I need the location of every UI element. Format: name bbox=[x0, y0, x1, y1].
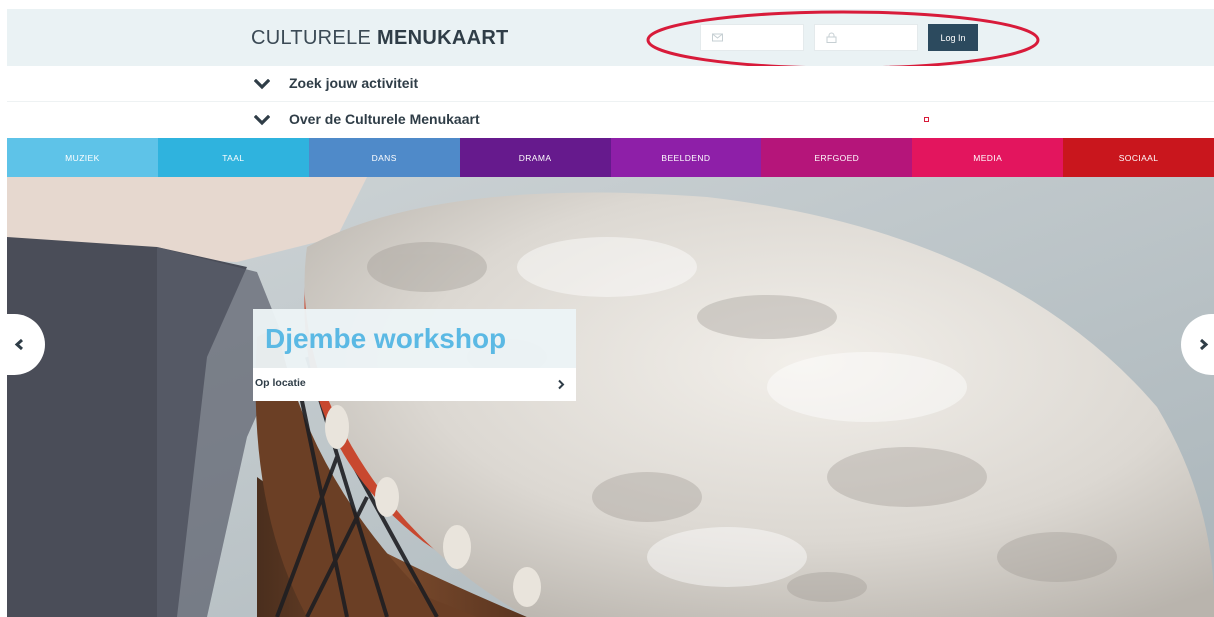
category-sociaal[interactable]: SOCIAAL bbox=[1063, 138, 1214, 177]
login-button[interactable]: Log In bbox=[928, 24, 978, 51]
lock-icon bbox=[826, 32, 837, 43]
hero-title-box: Djembe workshop bbox=[253, 309, 576, 368]
category-dans[interactable]: DANS bbox=[308, 138, 460, 177]
hero-title: Djembe workshop bbox=[265, 323, 507, 354]
accordion-zoek[interactable]: Zoek jouw activiteit bbox=[7, 66, 1214, 102]
annotation-marker bbox=[924, 117, 929, 122]
category-beeldend[interactable]: BEELDEND bbox=[610, 138, 762, 177]
hero-image bbox=[7, 177, 1214, 617]
hero-link-label: Op locatie bbox=[255, 377, 306, 389]
hero-link[interactable]: Op locatie bbox=[253, 368, 576, 401]
hero-caption: Djembe workshop Op locatie bbox=[253, 309, 576, 401]
category-taal[interactable]: TAAL bbox=[157, 138, 309, 177]
category-drama[interactable]: DRAMA bbox=[459, 138, 611, 177]
accordion-over[interactable]: Over de Culturele Menukaart bbox=[7, 102, 1214, 138]
chevron-down-icon bbox=[254, 79, 270, 90]
category-media[interactable]: MEDIA bbox=[912, 138, 1064, 177]
category-erfgoed[interactable]: ERFGOED bbox=[761, 138, 913, 177]
email-field[interactable] bbox=[700, 24, 804, 51]
logo-light-text: CULTURELE bbox=[251, 27, 372, 49]
page: CULTURELE MENUKAART Log In Zoek jouw act… bbox=[7, 9, 1214, 617]
envelope-icon bbox=[712, 33, 723, 42]
site-logo[interactable]: CULTURELE MENUKAART bbox=[251, 27, 509, 50]
category-muziek[interactable]: MUZIEK bbox=[7, 138, 158, 177]
category-nav: MUZIEK TAAL DANS DRAMA BEELDEND ERFGOED … bbox=[7, 138, 1214, 177]
password-field[interactable] bbox=[814, 24, 918, 51]
accordion-label: Zoek jouw activiteit bbox=[289, 75, 419, 91]
chevron-right-icon bbox=[1199, 338, 1209, 351]
chevron-right-icon bbox=[558, 379, 565, 390]
logo-bold-text: MENUKAART bbox=[377, 27, 509, 49]
chevron-left-icon bbox=[14, 338, 24, 351]
accordion-label: Over de Culturele Menukaart bbox=[289, 111, 480, 127]
hero-slider: Djembe workshop Op locatie bbox=[7, 177, 1214, 617]
chevron-down-icon bbox=[254, 115, 270, 126]
site-header: CULTURELE MENUKAART Log In bbox=[7, 9, 1214, 66]
